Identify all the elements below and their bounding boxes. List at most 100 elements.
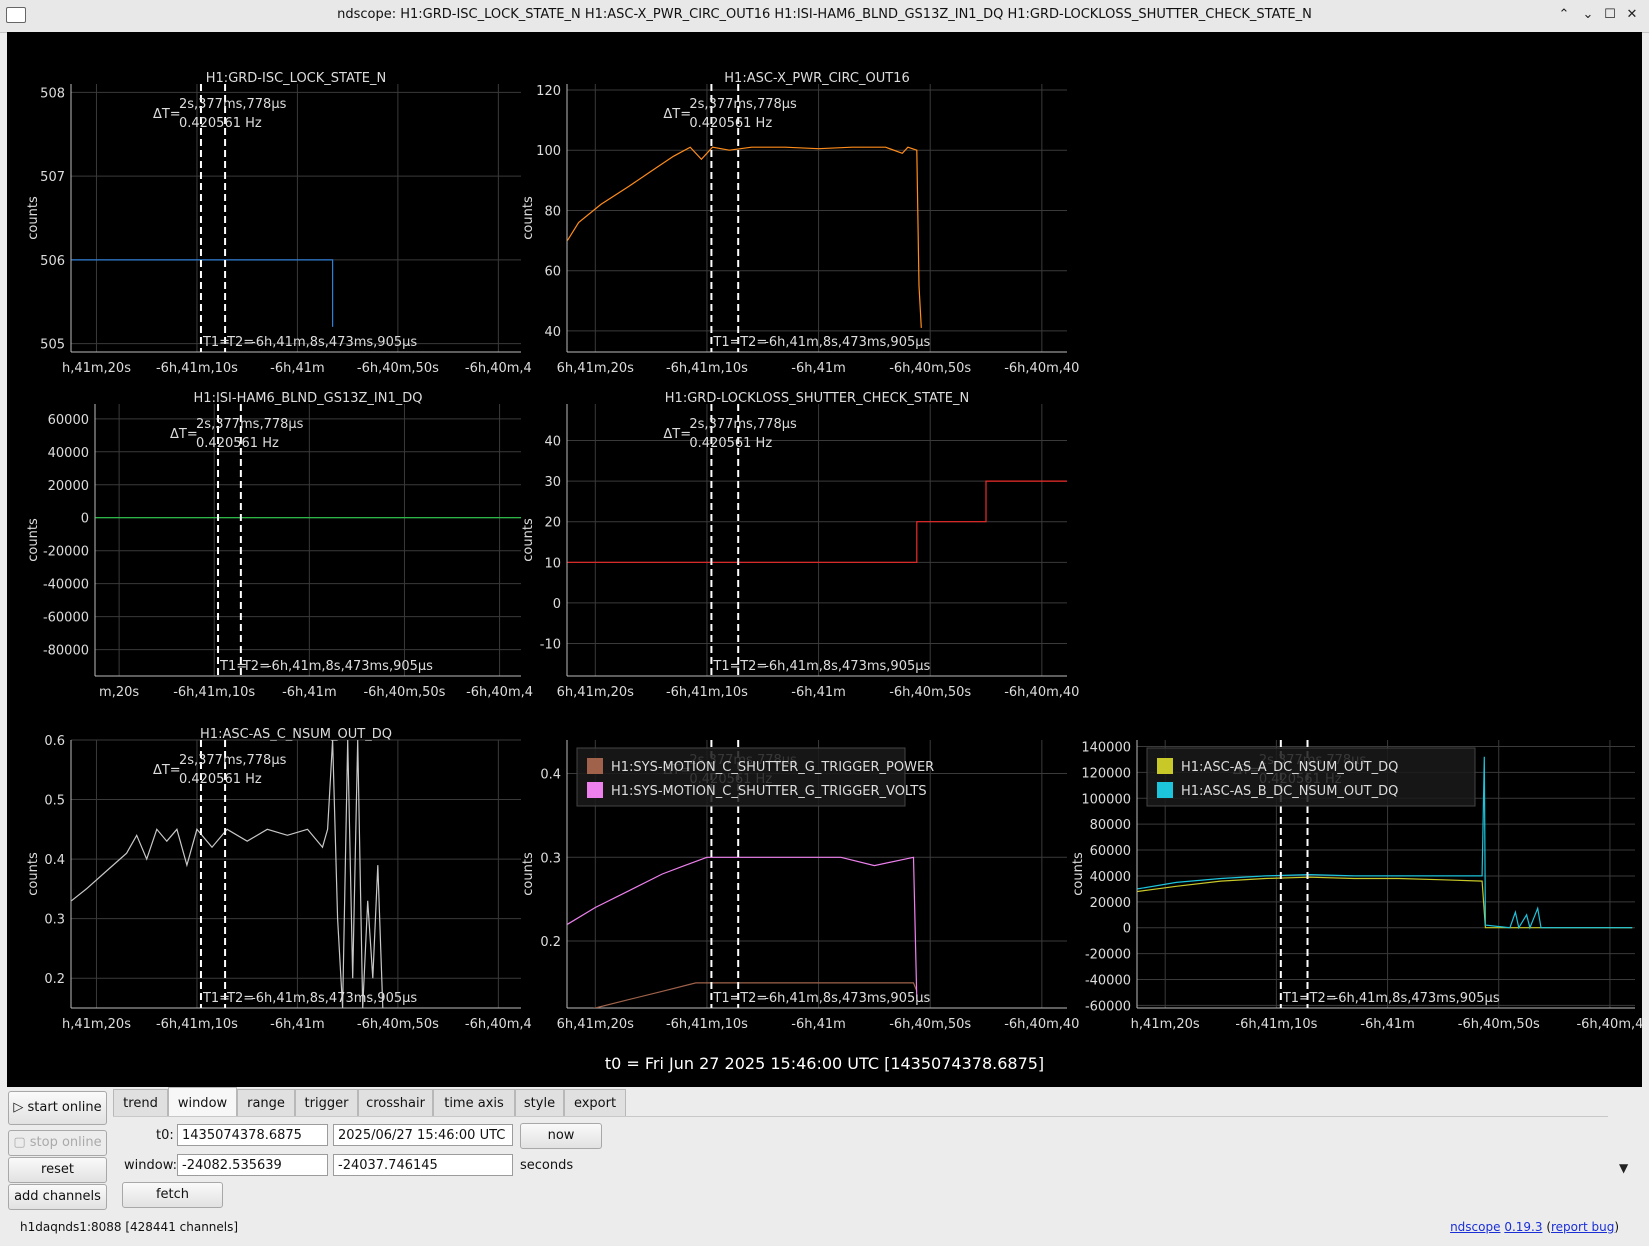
y-axis-label: counts: [521, 852, 536, 896]
x-tick-label: -6h,41m: [791, 685, 846, 700]
y-tick-label: 30: [544, 475, 561, 490]
x-tick-label: -6h,41m,10s: [156, 361, 238, 376]
y-tick-label: 0.2: [540, 935, 561, 950]
legend-label: H1:ASC-AS_A_DC_NSUM_OUT_DQ: [1181, 760, 1398, 775]
y-tick-label: -40000: [1085, 974, 1131, 989]
delta-t-value: 2s,377ms,778µs: [179, 753, 287, 768]
tab-export[interactable]: export: [564, 1089, 626, 1117]
window-end-input[interactable]: [333, 1154, 513, 1176]
footer-close-paren: ): [1614, 1220, 1619, 1234]
y-tick-label: 506: [40, 254, 65, 269]
y-tick-label: 40000: [1090, 870, 1131, 885]
reset-button[interactable]: reset: [8, 1157, 107, 1183]
window-field-label: window:: [124, 1158, 177, 1173]
cursor-time-value: -6h,41m,8s,473ms,905µs: [267, 659, 433, 674]
x-tick-label: -6h,40m,40: [1004, 361, 1079, 376]
cursor-time-value: -6h,41m,8s,473ms,905µs: [764, 659, 930, 674]
y-tick-label: 100: [536, 144, 561, 159]
delta-t-label: ΔT=: [663, 107, 691, 122]
delta-t-label: ΔT=: [153, 107, 181, 122]
y-tick-label: -60000: [1085, 999, 1131, 1014]
tab-time-axis[interactable]: time axis: [433, 1089, 515, 1117]
x-tick-label: -6h,40m,50s: [889, 361, 971, 376]
x-tick-label: 6h,41m,20s: [557, 361, 635, 376]
x-tick-label: -6h,41m,10s: [173, 685, 255, 700]
t0-gps-input[interactable]: [177, 1124, 328, 1146]
delta-t-label: ΔT=: [153, 763, 181, 778]
tab-divider: [113, 1116, 1608, 1117]
plots-canvas[interactable]: H1:GRD-ISC_LOCK_STATE_N 505 506 507 508 h,41m…: [7, 32, 1642, 1087]
tab-crosshair[interactable]: crosshair: [358, 1089, 433, 1117]
x-tick-label: -6h,41m,10s: [666, 685, 748, 700]
t1-label: T1=: [712, 659, 740, 674]
now-button[interactable]: now: [520, 1123, 602, 1149]
t1-label: T1=: [202, 335, 230, 350]
chart-title: H1:ASC-X_PWR_CIRC_OUT16: [724, 71, 909, 86]
tab-trigger[interactable]: trigger: [295, 1089, 358, 1117]
x-tick-label: 6h,41m,20s: [557, 685, 635, 700]
x-tick-label: -6h,40m,4: [465, 361, 532, 376]
x-tick-label: m,20s: [99, 685, 139, 700]
y-axis-label: counts: [1071, 852, 1086, 896]
series-line: [1137, 876, 1633, 929]
frequency-value: 0.420561 Hz: [179, 772, 262, 787]
minimize-icon[interactable]: ⌃: [1554, 5, 1574, 25]
close-icon[interactable]: ✕: [1622, 5, 1642, 25]
y-tick-label: 0: [81, 512, 89, 527]
y-axis-label: counts: [26, 196, 41, 240]
tab-window[interactable]: window: [168, 1087, 237, 1117]
x-tick-label: -6h,40m,50s: [889, 1017, 971, 1032]
y-tick-label: 80: [544, 204, 561, 219]
t2-label: T2=: [1309, 991, 1337, 1006]
t1-label: T1=: [712, 991, 740, 1006]
x-tick-label: -6h,41m,10s: [1235, 1017, 1317, 1032]
y-axis-label: counts: [521, 196, 536, 240]
add-channels-button[interactable]: add channels: [8, 1184, 107, 1210]
tab-trend[interactable]: trend: [113, 1089, 168, 1117]
x-tick-label: h,41m,20s: [1131, 1017, 1200, 1032]
fetch-button[interactable]: fetch: [122, 1182, 223, 1208]
x-tick-label: h,41m,20s: [62, 1017, 131, 1032]
y-axis-label: counts: [521, 518, 536, 562]
start-online-button[interactable]: ▷ start online: [8, 1091, 107, 1125]
legend-label: H1:SYS-MOTION_C_SHUTTER_G_TRIGGER_VOLTS: [611, 784, 927, 799]
y-tick-label: 20000: [1090, 896, 1131, 911]
frequency-value: 0.420561 Hz: [689, 436, 772, 451]
collapse-arrow-icon[interactable]: ▼: [1619, 1161, 1628, 1175]
series-line: [71, 259, 334, 327]
tab-range[interactable]: range: [237, 1089, 295, 1117]
x-tick-label: -6h,41m: [270, 361, 325, 376]
delta-t-value: 2s,377ms,778µs: [689, 97, 797, 112]
y-tick-label: 507: [40, 170, 65, 185]
y-tick-label: 40: [544, 435, 561, 450]
cursor-time-value: -6h,41m,8s,473ms,905µs: [764, 991, 930, 1006]
y-tick-label: 0.6: [44, 734, 65, 749]
y-tick-label: 60000: [48, 413, 89, 428]
version-link[interactable]: 0.19.3: [1504, 1220, 1542, 1234]
stop-online-button[interactable]: ▢ stop online: [8, 1130, 107, 1156]
restore-icon[interactable]: ⌄: [1578, 5, 1598, 25]
tab-style[interactable]: style: [515, 1089, 564, 1117]
t2-label: T2=: [242, 659, 270, 674]
x-tick-label: -6h,40m,50s: [363, 685, 445, 700]
t0-utc-input[interactable]: [333, 1124, 513, 1146]
y-tick-label: 0: [553, 597, 561, 612]
y-tick-label: 120000: [1081, 766, 1131, 781]
x-tick-label: -6h,40m,50s: [1458, 1017, 1540, 1032]
window-start-input[interactable]: [177, 1154, 328, 1176]
report-bug-link[interactable]: report bug: [1551, 1220, 1614, 1234]
plot-area[interactable]: H1:GRD-ISC_LOCK_STATE_N 505 506 507 508 h,41m…: [7, 32, 1642, 1087]
ndscope-link[interactable]: ndscope: [1450, 1220, 1500, 1234]
y-tick-label: 80000: [1090, 818, 1131, 833]
y-tick-label: 40000: [48, 446, 89, 461]
version-footer: ndscope 0.19.3 (report bug): [1450, 1220, 1619, 1234]
title-bar: ndscope: H1:GRD-ISC_LOCK_STATE_N H1:ASC-…: [0, 0, 1649, 33]
maximize-icon[interactable]: ☐: [1600, 5, 1620, 25]
t1-label: T1=: [202, 991, 230, 1006]
frequency-value: 0.420561 Hz: [196, 436, 279, 451]
legend-swatch: [1157, 758, 1173, 774]
t2-label: T2=: [226, 335, 254, 350]
series-line: [567, 146, 922, 328]
frequency-value: 0.420561 Hz: [689, 116, 772, 131]
t2-label: T2=: [739, 659, 767, 674]
